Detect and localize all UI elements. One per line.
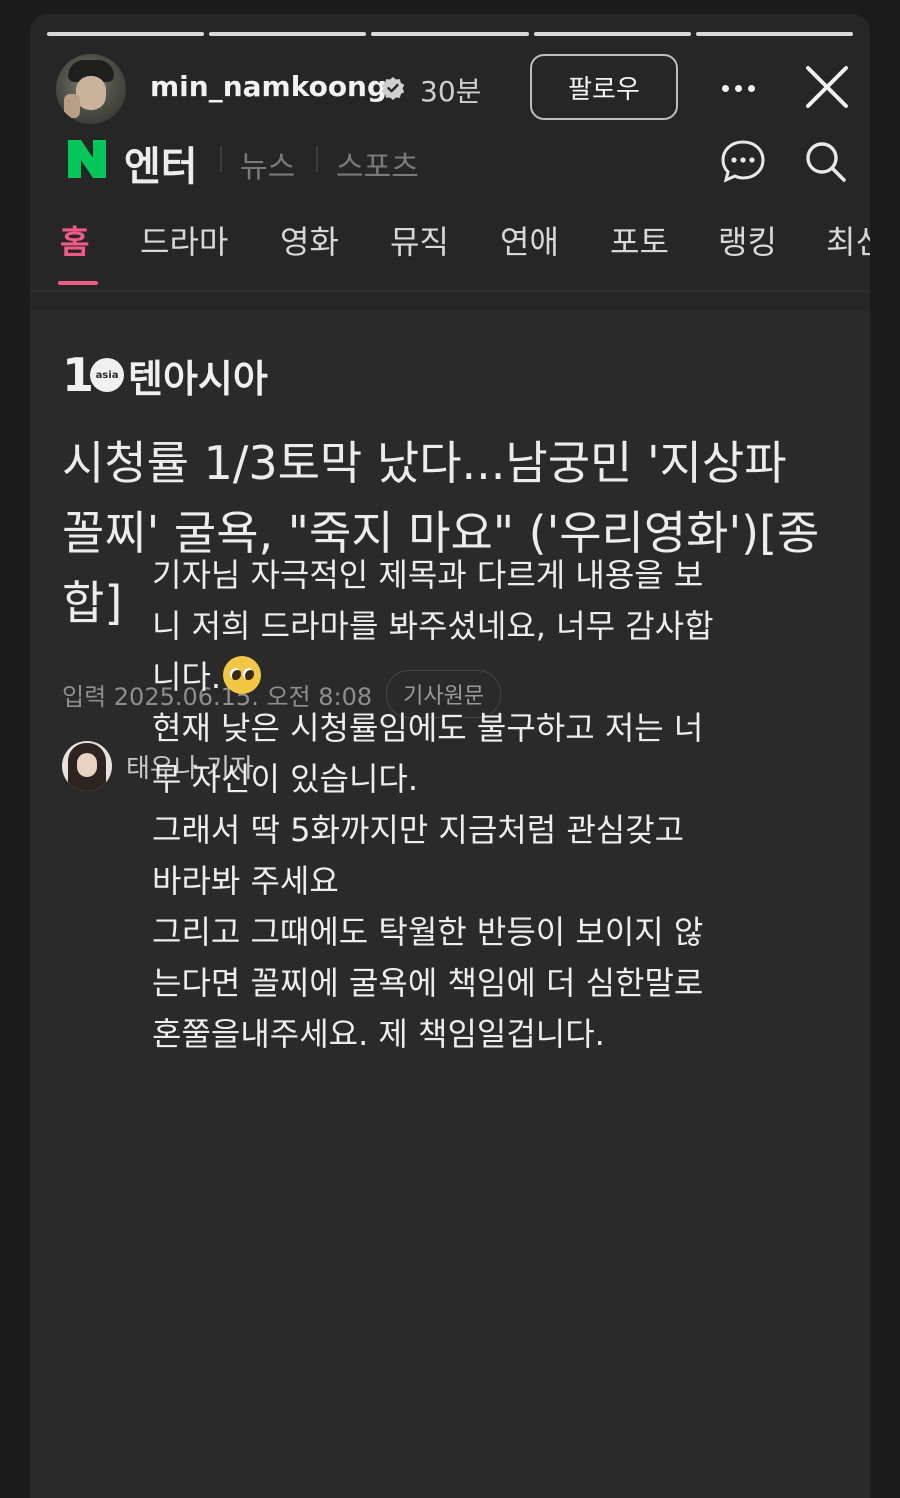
tab-music[interactable]: 뮤직 [390, 217, 449, 263]
pleading-face-emoji-icon [223, 656, 262, 694]
comment-line: 니 저희 드라마를 봐주셨네요, 너무 감사합 [152, 607, 714, 645]
active-tab-indicator [58, 281, 98, 285]
more-options-icon[interactable] [722, 74, 762, 102]
chat-bubble-icon[interactable] [720, 138, 766, 184]
publisher-name: 텐아시아 [128, 356, 268, 401]
username[interactable]: min_namkoong [150, 70, 387, 103]
tab-home[interactable]: 홈 [60, 217, 89, 263]
tab-romance[interactable]: 연애 [500, 217, 559, 263]
comment-line: 기자님 자극적인 제목과 다르게 내용을 보 [152, 556, 704, 594]
reporter-avatar [62, 741, 112, 791]
comment-line: 는다면 꼴찌에 굴욕에 책임에 더 심한말로 [152, 964, 704, 1002]
publisher-circle: asia [90, 358, 125, 392]
story-progress [47, 32, 854, 36]
verified-badge-icon [381, 77, 405, 100]
comment-line: 혼쭐을내주세요. 제 책임일겁니다. [152, 1015, 605, 1053]
story-header: min_namkoong 30분 팔로우 [30, 54, 870, 124]
site-header: 엔터 뉴스 스포츠 [30, 124, 870, 194]
naver-n-logo[interactable] [64, 136, 110, 182]
tab-drama[interactable]: 드라마 [140, 217, 228, 263]
search-icon[interactable] [802, 138, 848, 184]
progress-segment [695, 32, 854, 36]
divider [30, 290, 870, 292]
avatar[interactable] [56, 54, 126, 124]
comment-line: 현재 낮은 시청률임에도 불구하고 저는 너 [152, 709, 704, 747]
section-title[interactable]: 엔터 [124, 134, 198, 192]
divider [316, 146, 318, 172]
progress-segment [209, 32, 367, 36]
progress-segment [533, 32, 691, 36]
publisher-logo[interactable]: 1 asia 텐아시아 [62, 348, 268, 402]
comment-line: 그래서 딱 5화까지만 지금처럼 관심갖고 [152, 811, 685, 849]
comment-line: 니다. [152, 652, 792, 703]
story-frame: min_namkoong 30분 팔로우 엔터 뉴스 스포츠 홈 드라마 영화 … [30, 14, 870, 1498]
tab-ranking[interactable]: 랭킹 [718, 217, 777, 263]
tab-photo[interactable]: 포토 [610, 217, 669, 263]
progress-segment [47, 32, 205, 36]
post-time: 30분 [420, 75, 482, 108]
publisher-mark: 1 [62, 348, 94, 402]
progress-segment [371, 32, 529, 36]
follow-button[interactable]: 팔로우 [530, 54, 678, 120]
tab-movie[interactable]: 영화 [280, 217, 339, 263]
tab-latest[interactable]: 최신 [826, 217, 870, 263]
comment-line: 무 자신이 있습니다. [152, 760, 419, 798]
divider [220, 146, 222, 172]
story-comment-text: 기자님 자극적인 제목과 다르게 내용을 보 니 저희 드라마를 봐주셨네요, … [152, 550, 792, 1060]
comment-line-text: 니다. [152, 658, 222, 696]
category-tabs: 홈 드라마 영화 뮤직 연애 포토 랭킹 최신 [30, 209, 870, 291]
comment-line: 그리고 그때에도 탁월한 반등이 보이지 않 [152, 913, 704, 951]
comment-line: 바라봐 주세요 [152, 862, 339, 900]
close-icon[interactable] [802, 62, 852, 112]
nav-link-news[interactable]: 뉴스 [240, 142, 295, 186]
nav-link-sports[interactable]: 스포츠 [336, 142, 419, 186]
